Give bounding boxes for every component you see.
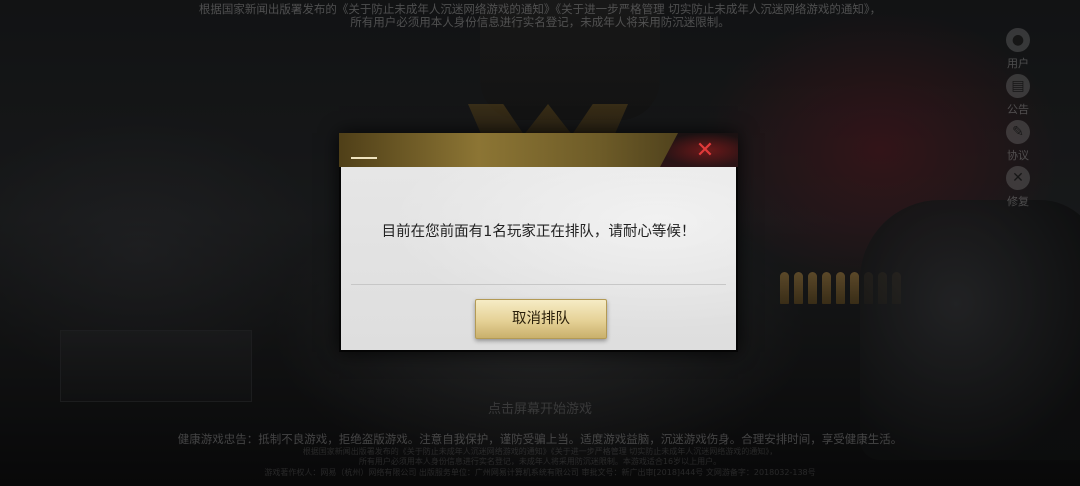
queue-dialog: ✕ 目前在您前面有1名玩家正在排队，请耐心等候！ 取消排队	[339, 133, 738, 352]
cancel-queue-button[interactable]: 取消排队	[475, 299, 607, 339]
dialog-divider	[351, 284, 726, 285]
close-button[interactable]: ✕	[692, 138, 718, 164]
close-icon: ✕	[695, 138, 715, 163]
dialog-body: 目前在您前面有1名玩家正在排队，请耐心等候！ 取消排队	[341, 167, 736, 350]
queue-message: 目前在您前面有1名玩家正在排队，请耐心等候！	[381, 224, 696, 240]
header-accent-line	[351, 157, 377, 159]
